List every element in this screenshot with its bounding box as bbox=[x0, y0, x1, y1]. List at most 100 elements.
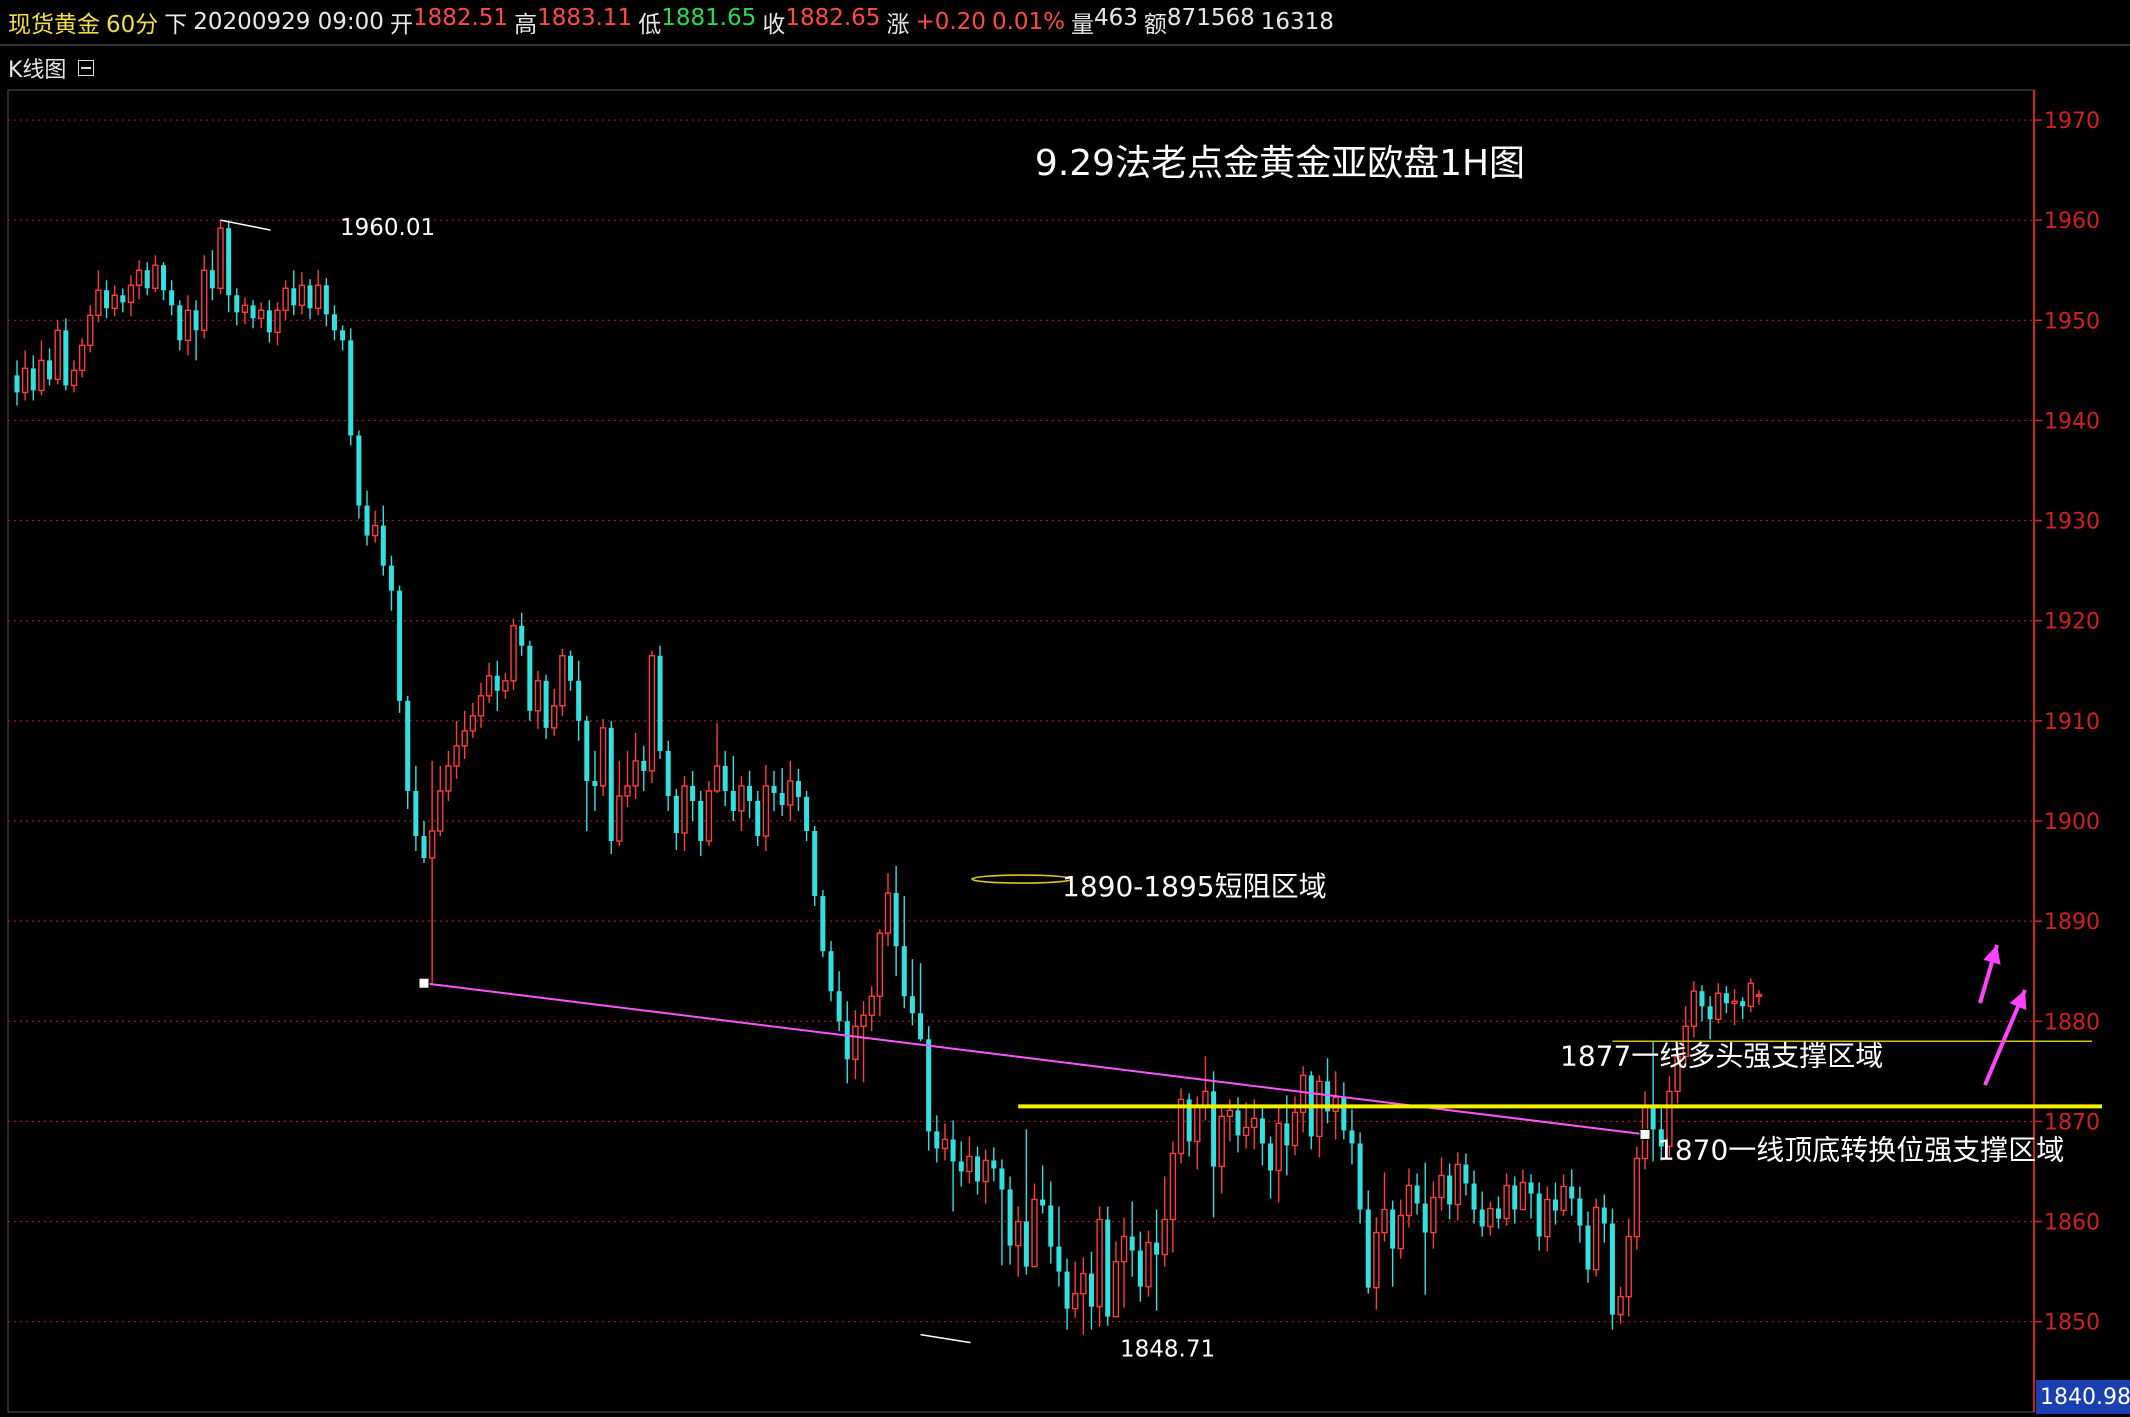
candle-body bbox=[608, 727, 614, 842]
candle-body bbox=[762, 785, 770, 837]
candle-body bbox=[1495, 1208, 1501, 1219]
candle-body bbox=[104, 290, 110, 309]
candle-body bbox=[1690, 990, 1698, 1027]
candle-body bbox=[665, 750, 671, 796]
candle-body bbox=[982, 1159, 989, 1183]
candle-body bbox=[755, 800, 761, 837]
candle-body bbox=[1015, 1220, 1022, 1247]
candlestick-chart[interactable]: 1970 1960 1950 1940 1930 1920 1910 1900 1890 1880… bbox=[0, 0, 2130, 1417]
candle-body bbox=[1650, 1106, 1656, 1130]
candle-body bbox=[1242, 1126, 1250, 1137]
candle-body bbox=[884, 892, 892, 934]
current-price-tag: 1840.98 bbox=[2036, 1380, 2130, 1414]
candle-body bbox=[1357, 1143, 1363, 1210]
candle-body bbox=[405, 700, 411, 791]
candle-body bbox=[307, 285, 313, 309]
candle-body bbox=[991, 1160, 997, 1169]
candle-body bbox=[804, 796, 810, 832]
candle-body bbox=[78, 344, 86, 372]
candle-body bbox=[469, 715, 477, 732]
candle-body bbox=[958, 1161, 964, 1172]
candle-body bbox=[690, 785, 696, 801]
trendline-handle-start[interactable] bbox=[418, 977, 430, 989]
candle-body bbox=[771, 785, 777, 793]
candle-body bbox=[291, 288, 297, 306]
candle-body bbox=[641, 760, 647, 771]
candle-body bbox=[1284, 1123, 1290, 1146]
candle-body bbox=[371, 524, 379, 537]
candle-body bbox=[551, 705, 558, 729]
candle-body bbox=[340, 330, 346, 341]
candle-body bbox=[787, 780, 794, 806]
candle-body bbox=[1048, 1205, 1054, 1247]
candle-body bbox=[876, 932, 884, 997]
candle-body bbox=[1161, 1218, 1168, 1256]
candle-body bbox=[1316, 1080, 1323, 1138]
candle-body bbox=[1251, 1117, 1258, 1129]
candle-body bbox=[1202, 1090, 1209, 1108]
candle-body bbox=[477, 695, 485, 717]
annotation-support-1877: 1877一线多头强支撑区域 bbox=[1560, 1039, 1883, 1072]
annotation-low: 1848.71 bbox=[1120, 1337, 1215, 1363]
candle-body bbox=[1747, 982, 1755, 1007]
candle-body bbox=[1560, 1185, 1567, 1212]
y-tick-label: 1970 bbox=[2044, 109, 2100, 134]
candle-body bbox=[54, 329, 61, 381]
candle-body bbox=[975, 1156, 981, 1182]
candle-body bbox=[673, 795, 679, 834]
candle-body bbox=[1291, 1111, 1299, 1147]
y-tick-label: 1860 bbox=[2044, 1211, 2100, 1236]
candle-body bbox=[364, 505, 370, 536]
candle-body bbox=[437, 790, 444, 832]
candle-body bbox=[1422, 1203, 1428, 1233]
trendline[interactable] bbox=[423, 982, 1646, 1136]
candle-body bbox=[1471, 1183, 1477, 1210]
candle-body bbox=[918, 1013, 924, 1040]
candle-body bbox=[331, 314, 337, 331]
candle-body bbox=[1617, 1295, 1624, 1316]
candle-body bbox=[1120, 1235, 1128, 1263]
y-tick-label: 1850 bbox=[2044, 1311, 2100, 1336]
candle-body bbox=[494, 675, 500, 691]
candle-body bbox=[47, 360, 53, 380]
candle-body bbox=[1723, 993, 1729, 1004]
candle-body bbox=[1129, 1236, 1135, 1251]
candle-body bbox=[926, 1039, 932, 1132]
candle-body bbox=[485, 675, 493, 697]
candle-body bbox=[568, 655, 574, 681]
candle-body bbox=[1740, 1001, 1746, 1007]
candle-body bbox=[1194, 1105, 1201, 1143]
candle-body bbox=[966, 1155, 973, 1173]
candle-body bbox=[161, 265, 167, 291]
candle-body bbox=[397, 590, 403, 701]
candle-body bbox=[1438, 1174, 1445, 1199]
candle-body bbox=[1154, 1242, 1160, 1255]
candle-body bbox=[421, 836, 427, 859]
candle-body bbox=[135, 269, 143, 286]
candle-body bbox=[868, 995, 875, 1016]
candle-body bbox=[1088, 1273, 1094, 1307]
candle-body bbox=[616, 795, 623, 842]
candle-body bbox=[95, 289, 102, 317]
candle-body bbox=[1552, 1199, 1558, 1211]
candle-body bbox=[1023, 1221, 1029, 1267]
candle-body bbox=[258, 309, 265, 320]
candle-body bbox=[1731, 1000, 1738, 1004]
candle-body bbox=[1707, 1006, 1713, 1020]
candle-body bbox=[941, 1138, 949, 1150]
candle-body bbox=[1105, 1219, 1111, 1317]
candle-body bbox=[844, 1021, 850, 1060]
candle-body bbox=[1625, 1235, 1632, 1298]
candle-body bbox=[1536, 1193, 1542, 1237]
candle-body bbox=[388, 565, 394, 591]
candle-body bbox=[184, 309, 192, 342]
candle-body bbox=[314, 284, 322, 309]
candle-body bbox=[152, 264, 159, 289]
candle-body bbox=[648, 655, 656, 772]
candle-body bbox=[738, 785, 745, 812]
trendline-handle-end[interactable] bbox=[1639, 1128, 1651, 1140]
candle-body bbox=[226, 228, 232, 296]
candle-body bbox=[1633, 1157, 1641, 1238]
candle-body bbox=[893, 893, 899, 947]
candle-body bbox=[1447, 1175, 1453, 1205]
